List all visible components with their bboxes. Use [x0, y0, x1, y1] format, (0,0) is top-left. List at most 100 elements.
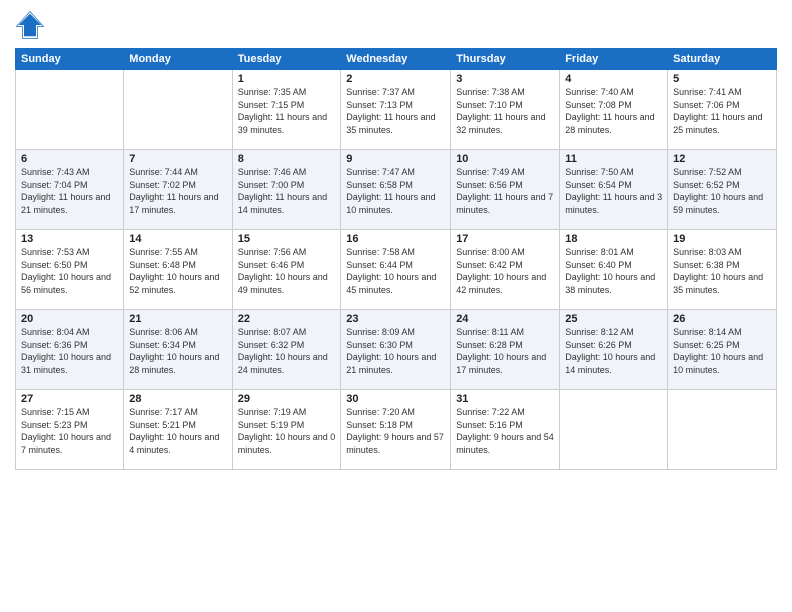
calendar-cell: 30Sunrise: 7:20 AM Sunset: 5:18 PM Dayli…: [341, 390, 451, 470]
day-number: 8: [238, 153, 336, 165]
day-info: Sunrise: 7:20 AM Sunset: 5:18 PM Dayligh…: [346, 406, 445, 456]
calendar-cell: [124, 70, 232, 150]
day-number: 28: [129, 393, 226, 405]
day-info: Sunrise: 7:37 AM Sunset: 7:13 PM Dayligh…: [346, 86, 445, 136]
day-number: 13: [21, 233, 118, 245]
calendar-cell: 27Sunrise: 7:15 AM Sunset: 5:23 PM Dayli…: [16, 390, 124, 470]
day-info: Sunrise: 7:35 AM Sunset: 7:15 PM Dayligh…: [238, 86, 336, 136]
day-number: 25: [565, 313, 662, 325]
calendar-cell: 22Sunrise: 8:07 AM Sunset: 6:32 PM Dayli…: [232, 310, 341, 390]
day-info: Sunrise: 7:58 AM Sunset: 6:44 PM Dayligh…: [346, 246, 445, 296]
day-info: Sunrise: 7:38 AM Sunset: 7:10 PM Dayligh…: [456, 86, 554, 136]
calendar-cell: 21Sunrise: 8:06 AM Sunset: 6:34 PM Dayli…: [124, 310, 232, 390]
calendar-cell: 15Sunrise: 7:56 AM Sunset: 6:46 PM Dayli…: [232, 230, 341, 310]
day-info: Sunrise: 7:22 AM Sunset: 5:16 PM Dayligh…: [456, 406, 554, 456]
calendar-cell: 3Sunrise: 7:38 AM Sunset: 7:10 PM Daylig…: [451, 70, 560, 150]
weekday-header-monday: Monday: [124, 49, 232, 70]
day-info: Sunrise: 8:06 AM Sunset: 6:34 PM Dayligh…: [129, 326, 226, 376]
day-info: Sunrise: 7:17 AM Sunset: 5:21 PM Dayligh…: [129, 406, 226, 456]
day-number: 3: [456, 73, 554, 85]
day-number: 10: [456, 153, 554, 165]
weekday-header-saturday: Saturday: [668, 49, 777, 70]
week-row-1: 1Sunrise: 7:35 AM Sunset: 7:15 PM Daylig…: [16, 70, 777, 150]
day-number: 24: [456, 313, 554, 325]
day-info: Sunrise: 8:12 AM Sunset: 6:26 PM Dayligh…: [565, 326, 662, 376]
day-info: Sunrise: 7:44 AM Sunset: 7:02 PM Dayligh…: [129, 166, 226, 216]
calendar-cell: 24Sunrise: 8:11 AM Sunset: 6:28 PM Dayli…: [451, 310, 560, 390]
calendar-cell: 31Sunrise: 7:22 AM Sunset: 5:16 PM Dayli…: [451, 390, 560, 470]
day-number: 4: [565, 73, 662, 85]
day-info: Sunrise: 8:04 AM Sunset: 6:36 PM Dayligh…: [21, 326, 118, 376]
week-row-3: 13Sunrise: 7:53 AM Sunset: 6:50 PM Dayli…: [16, 230, 777, 310]
day-info: Sunrise: 7:49 AM Sunset: 6:56 PM Dayligh…: [456, 166, 554, 216]
day-info: Sunrise: 7:46 AM Sunset: 7:00 PM Dayligh…: [238, 166, 336, 216]
day-number: 19: [673, 233, 771, 245]
day-number: 29: [238, 393, 336, 405]
calendar-cell: 23Sunrise: 8:09 AM Sunset: 6:30 PM Dayli…: [341, 310, 451, 390]
calendar-cell: 9Sunrise: 7:47 AM Sunset: 6:58 PM Daylig…: [341, 150, 451, 230]
day-info: Sunrise: 7:53 AM Sunset: 6:50 PM Dayligh…: [21, 246, 118, 296]
week-row-4: 20Sunrise: 8:04 AM Sunset: 6:36 PM Dayli…: [16, 310, 777, 390]
weekday-header-sunday: Sunday: [16, 49, 124, 70]
day-number: 12: [673, 153, 771, 165]
page: SundayMondayTuesdayWednesdayThursdayFrid…: [0, 0, 792, 612]
weekday-header-thursday: Thursday: [451, 49, 560, 70]
logo: [15, 10, 49, 40]
logo-icon: [15, 10, 45, 40]
calendar-cell: 8Sunrise: 7:46 AM Sunset: 7:00 PM Daylig…: [232, 150, 341, 230]
calendar-cell: 10Sunrise: 7:49 AM Sunset: 6:56 PM Dayli…: [451, 150, 560, 230]
calendar-table: SundayMondayTuesdayWednesdayThursdayFrid…: [15, 48, 777, 470]
calendar-cell: 7Sunrise: 7:44 AM Sunset: 7:02 PM Daylig…: [124, 150, 232, 230]
calendar-cell: 17Sunrise: 8:00 AM Sunset: 6:42 PM Dayli…: [451, 230, 560, 310]
day-number: 18: [565, 233, 662, 245]
day-info: Sunrise: 7:40 AM Sunset: 7:08 PM Dayligh…: [565, 86, 662, 136]
calendar-cell: 16Sunrise: 7:58 AM Sunset: 6:44 PM Dayli…: [341, 230, 451, 310]
day-number: 15: [238, 233, 336, 245]
day-info: Sunrise: 8:03 AM Sunset: 6:38 PM Dayligh…: [673, 246, 771, 296]
day-info: Sunrise: 8:01 AM Sunset: 6:40 PM Dayligh…: [565, 246, 662, 296]
weekday-header-tuesday: Tuesday: [232, 49, 341, 70]
day-info: Sunrise: 8:09 AM Sunset: 6:30 PM Dayligh…: [346, 326, 445, 376]
day-number: 21: [129, 313, 226, 325]
day-number: 7: [129, 153, 226, 165]
day-number: 23: [346, 313, 445, 325]
calendar-header-row: SundayMondayTuesdayWednesdayThursdayFrid…: [16, 49, 777, 70]
day-info: Sunrise: 7:19 AM Sunset: 5:19 PM Dayligh…: [238, 406, 336, 456]
weekday-header-friday: Friday: [560, 49, 668, 70]
day-number: 26: [673, 313, 771, 325]
day-number: 5: [673, 73, 771, 85]
day-number: 6: [21, 153, 118, 165]
calendar-cell: 14Sunrise: 7:55 AM Sunset: 6:48 PM Dayli…: [124, 230, 232, 310]
day-info: Sunrise: 7:15 AM Sunset: 5:23 PM Dayligh…: [21, 406, 118, 456]
week-row-5: 27Sunrise: 7:15 AM Sunset: 5:23 PM Dayli…: [16, 390, 777, 470]
calendar-cell: 4Sunrise: 7:40 AM Sunset: 7:08 PM Daylig…: [560, 70, 668, 150]
calendar-cell: 5Sunrise: 7:41 AM Sunset: 7:06 PM Daylig…: [668, 70, 777, 150]
day-number: 14: [129, 233, 226, 245]
calendar-cell: 29Sunrise: 7:19 AM Sunset: 5:19 PM Dayli…: [232, 390, 341, 470]
day-info: Sunrise: 7:50 AM Sunset: 6:54 PM Dayligh…: [565, 166, 662, 216]
calendar-cell: 28Sunrise: 7:17 AM Sunset: 5:21 PM Dayli…: [124, 390, 232, 470]
header: [15, 10, 777, 40]
day-number: 1: [238, 73, 336, 85]
day-info: Sunrise: 8:07 AM Sunset: 6:32 PM Dayligh…: [238, 326, 336, 376]
calendar-cell: 25Sunrise: 8:12 AM Sunset: 6:26 PM Dayli…: [560, 310, 668, 390]
day-number: 2: [346, 73, 445, 85]
day-number: 17: [456, 233, 554, 245]
day-info: Sunrise: 7:52 AM Sunset: 6:52 PM Dayligh…: [673, 166, 771, 216]
day-info: Sunrise: 7:56 AM Sunset: 6:46 PM Dayligh…: [238, 246, 336, 296]
calendar-cell: 1Sunrise: 7:35 AM Sunset: 7:15 PM Daylig…: [232, 70, 341, 150]
day-info: Sunrise: 7:47 AM Sunset: 6:58 PM Dayligh…: [346, 166, 445, 216]
day-number: 31: [456, 393, 554, 405]
day-number: 11: [565, 153, 662, 165]
calendar-cell: [668, 390, 777, 470]
week-row-2: 6Sunrise: 7:43 AM Sunset: 7:04 PM Daylig…: [16, 150, 777, 230]
day-info: Sunrise: 8:00 AM Sunset: 6:42 PM Dayligh…: [456, 246, 554, 296]
calendar-cell: 26Sunrise: 8:14 AM Sunset: 6:25 PM Dayli…: [668, 310, 777, 390]
calendar-cell: 18Sunrise: 8:01 AM Sunset: 6:40 PM Dayli…: [560, 230, 668, 310]
day-number: 20: [21, 313, 118, 325]
day-number: 30: [346, 393, 445, 405]
calendar-cell: [560, 390, 668, 470]
calendar-cell: 11Sunrise: 7:50 AM Sunset: 6:54 PM Dayli…: [560, 150, 668, 230]
day-info: Sunrise: 7:41 AM Sunset: 7:06 PM Dayligh…: [673, 86, 771, 136]
calendar-cell: [16, 70, 124, 150]
